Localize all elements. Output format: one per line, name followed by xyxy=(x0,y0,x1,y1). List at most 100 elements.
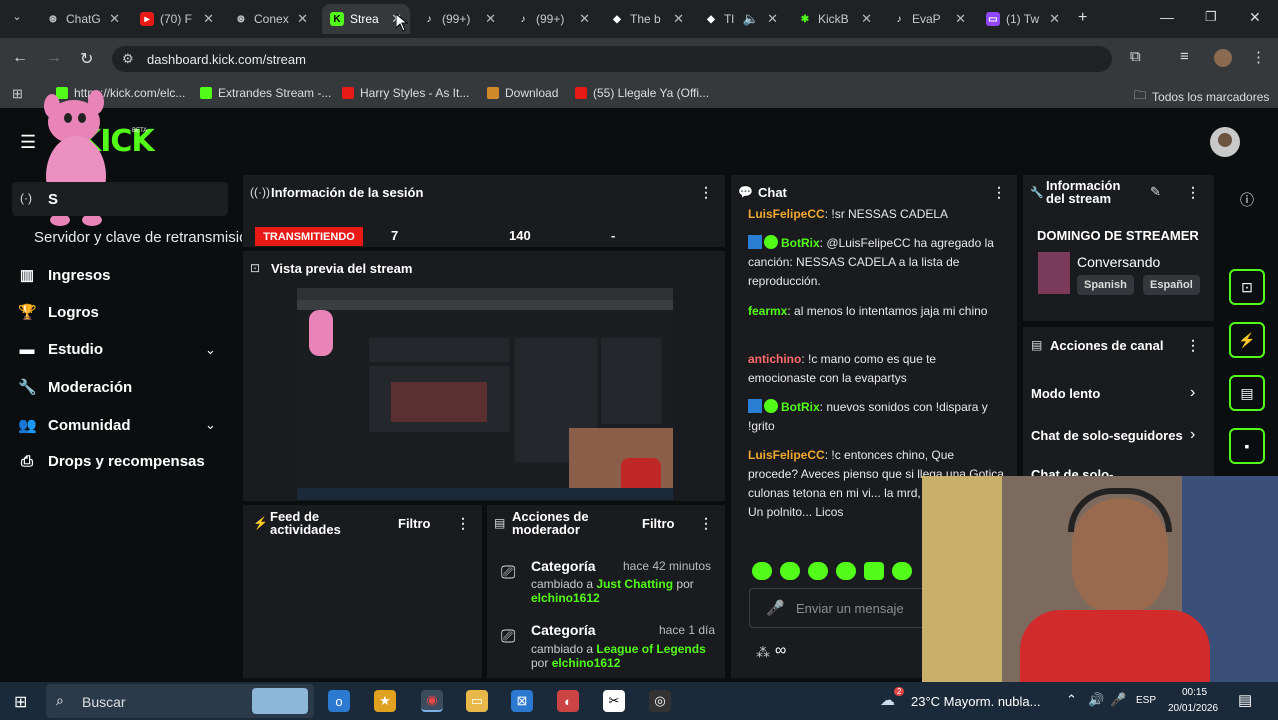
chat-username[interactable]: LuisFelipeCC xyxy=(748,448,825,462)
chat-menu-icon[interactable]: ⋮ xyxy=(992,184,1006,201)
tab-tl[interactable]: ◆ Tl 🔈 ✕ xyxy=(696,4,786,34)
taskbar-search[interactable]: ⌕ Buscar xyxy=(46,684,314,718)
session-menu-icon[interactable]: ⋮ xyxy=(699,184,713,201)
badge-app-icon[interactable]: ★ xyxy=(374,690,396,712)
chevron-down-icon[interactable]: ⌄ xyxy=(205,417,216,433)
outlook-icon[interactable]: o xyxy=(328,690,350,712)
back-icon[interactable]: ← xyxy=(12,49,28,67)
notifications-icon[interactable]: ▤ xyxy=(1238,691,1252,709)
clock-time[interactable]: 00:15 xyxy=(1182,687,1207,698)
tab-evap[interactable]: ♪ EvaP ✕ xyxy=(884,4,974,34)
sidebar-item-moderacion[interactable]: 🔧 Moderación xyxy=(18,378,132,397)
chat-username[interactable]: BotRix xyxy=(781,236,820,250)
close-icon[interactable]: ✕ xyxy=(203,11,214,27)
action-followers-only[interactable]: Chat de solo-seguidores xyxy=(1031,428,1183,443)
bookmark-extrandes[interactable]: Extrandes Stream -... xyxy=(200,86,331,100)
new-tab-button[interactable]: + xyxy=(1078,9,1087,27)
microphone-icon[interactable]: 🎤 xyxy=(1110,692,1126,708)
bookmark-download[interactable]: Download xyxy=(487,86,558,100)
file-explorer-icon[interactable]: ▭ xyxy=(466,690,488,712)
mod-menu-icon[interactable]: ⋮ xyxy=(699,515,713,532)
tab-kickbot[interactable]: ✱ KickB ✕ xyxy=(790,4,880,34)
windows-start-icon[interactable]: ⊞ xyxy=(14,692,27,712)
clock-date[interactable]: 20/01/2026 xyxy=(1168,703,1218,714)
forward-icon[interactable]: → xyxy=(46,49,62,67)
media-icon[interactable]: ≡ xyxy=(1180,48,1189,65)
close-icon[interactable]: ✕ xyxy=(485,11,496,27)
channel-actions-menu-icon[interactable]: ⋮ xyxy=(1186,337,1200,354)
tab-twitch[interactable]: ▭ (1) Tw ✕ xyxy=(978,4,1068,34)
close-icon[interactable]: ✕ xyxy=(861,11,872,27)
emote-icon[interactable] xyxy=(892,562,912,580)
close-icon[interactable]: ✕ xyxy=(955,11,966,27)
weather-cloud-icon[interactable]: ☁ xyxy=(880,691,895,709)
close-icon[interactable]: ✕ xyxy=(673,11,684,27)
tag-spanish[interactable]: Spanish xyxy=(1077,275,1134,295)
emote-icon[interactable] xyxy=(808,562,828,580)
chevron-up-icon[interactable]: ⌃ xyxy=(1066,692,1077,708)
all-bookmarks[interactable]: 🗀 Todos los marcadores xyxy=(1134,86,1269,107)
profile-avatar[interactable] xyxy=(1214,49,1232,67)
chevron-down-icon[interactable]: ⌄ xyxy=(205,342,216,358)
chat-username[interactable]: antichino xyxy=(748,352,801,366)
rail-preview-button[interactable]: ⊡ xyxy=(1229,269,1265,305)
chat-username[interactable]: fearmx xyxy=(748,304,787,318)
rail-notes-button[interactable]: ▤ xyxy=(1229,375,1265,411)
site-info-icon[interactable]: ⚙ xyxy=(122,51,134,67)
rail-chat-button[interactable]: ▪ xyxy=(1229,428,1265,464)
sidebar-item-comunidad[interactable]: 👥 Comunidad xyxy=(18,416,131,435)
tab-chatgpt[interactable]: ⊛ ChatG ✕ xyxy=(38,4,128,34)
stream-info-menu-icon[interactable]: ⋮ xyxy=(1186,184,1200,201)
info-icon[interactable]: ⓘ xyxy=(1240,190,1254,210)
emote-icon[interactable] xyxy=(864,562,884,580)
close-icon[interactable]: ✕ xyxy=(109,11,120,27)
rail-lightning-button[interactable]: ⚡ xyxy=(1229,322,1265,358)
tab-conexion[interactable]: ⊛ Conex ✕ xyxy=(226,4,316,34)
url-box[interactable]: ⚙ dashboard.kick.com/stream xyxy=(112,46,1112,72)
users-icon[interactable]: ⁂ xyxy=(756,644,770,661)
sidebar-item-logros[interactable]: 🏆 Logros xyxy=(18,303,99,322)
edit-pencil-icon[interactable]: ✎ xyxy=(1150,184,1161,200)
chevron-right-icon[interactable]: › xyxy=(1190,426,1195,444)
category-name[interactable]: Conversando xyxy=(1077,254,1160,270)
extensions-icon[interactable]: ⧉ xyxy=(1130,48,1141,65)
sidebar-item-ingresos[interactable]: ▥ Ingresos xyxy=(18,266,111,285)
microphone-icon[interactable]: 🎤 xyxy=(766,599,785,617)
weather-text[interactable]: 23°C Mayorm. nubla... xyxy=(911,694,1040,709)
tab-search-icon[interactable]: ⌄ xyxy=(8,10,26,28)
chat-username[interactable]: LuisFelipeCC xyxy=(748,207,825,221)
store-icon[interactable]: ⊠ xyxy=(511,690,533,712)
stream-preview-video[interactable] xyxy=(297,288,673,500)
bookmark-llegale[interactable]: (55) Llegale Ya (Offi... xyxy=(575,86,709,100)
capcut-icon[interactable]: ✂ xyxy=(603,690,625,712)
sidebar-item-drops[interactable]: ⎙ Drops y recompensas xyxy=(18,453,205,470)
close-icon[interactable]: ✕ xyxy=(579,11,590,27)
tab-youtube[interactable]: ▸ (70) F ✕ xyxy=(132,4,222,34)
volume-icon[interactable]: 🔊 xyxy=(1088,692,1104,708)
speaker-icon[interactable]: 🔈 xyxy=(743,11,759,27)
mod-action-user[interactable]: elchino1612 xyxy=(531,591,600,605)
obs-icon[interactable]: ◎ xyxy=(649,690,671,712)
obs-like-icon[interactable]: ◐ xyxy=(557,690,579,712)
bookmark-harry[interactable]: Harry Styles - As It... xyxy=(342,86,469,100)
language-indicator[interactable]: ESP xyxy=(1136,695,1156,706)
mod-action-user[interactable]: elchino1612 xyxy=(552,656,621,670)
minimize-button[interactable]: — xyxy=(1160,9,1174,25)
mod-filter-button[interactable]: Filtro xyxy=(642,516,675,531)
close-icon[interactable]: ✕ xyxy=(1049,11,1060,27)
feed-filter-button[interactable]: Filtro xyxy=(398,516,431,531)
menu-icon[interactable]: ⋮ xyxy=(1251,48,1266,66)
tab-tiktok-2[interactable]: ♪ (99+) ✕ xyxy=(508,4,598,34)
restore-button[interactable]: ❐ xyxy=(1205,9,1217,25)
tab-the-b[interactable]: ◆ The b ✕ xyxy=(602,4,692,34)
apps-icon[interactable]: ⊞ xyxy=(12,86,23,102)
chat-username[interactable]: BotRix xyxy=(781,400,820,414)
tag-espanol[interactable]: Español xyxy=(1143,275,1200,295)
tab-tiktok-1[interactable]: ♪ (99+) ✕ xyxy=(414,4,504,34)
action-slow-mode[interactable]: Modo lento xyxy=(1031,386,1100,401)
emote-icon[interactable] xyxy=(836,562,856,580)
chevron-right-icon[interactable]: › xyxy=(1190,384,1195,402)
sidebar-item-estudio[interactable]: ▬ Estudio xyxy=(18,341,104,358)
close-icon[interactable]: ✕ xyxy=(767,11,778,27)
sidebar-subitem-server-key[interactable]: Servidor y clave de retransmisión xyxy=(34,229,242,249)
